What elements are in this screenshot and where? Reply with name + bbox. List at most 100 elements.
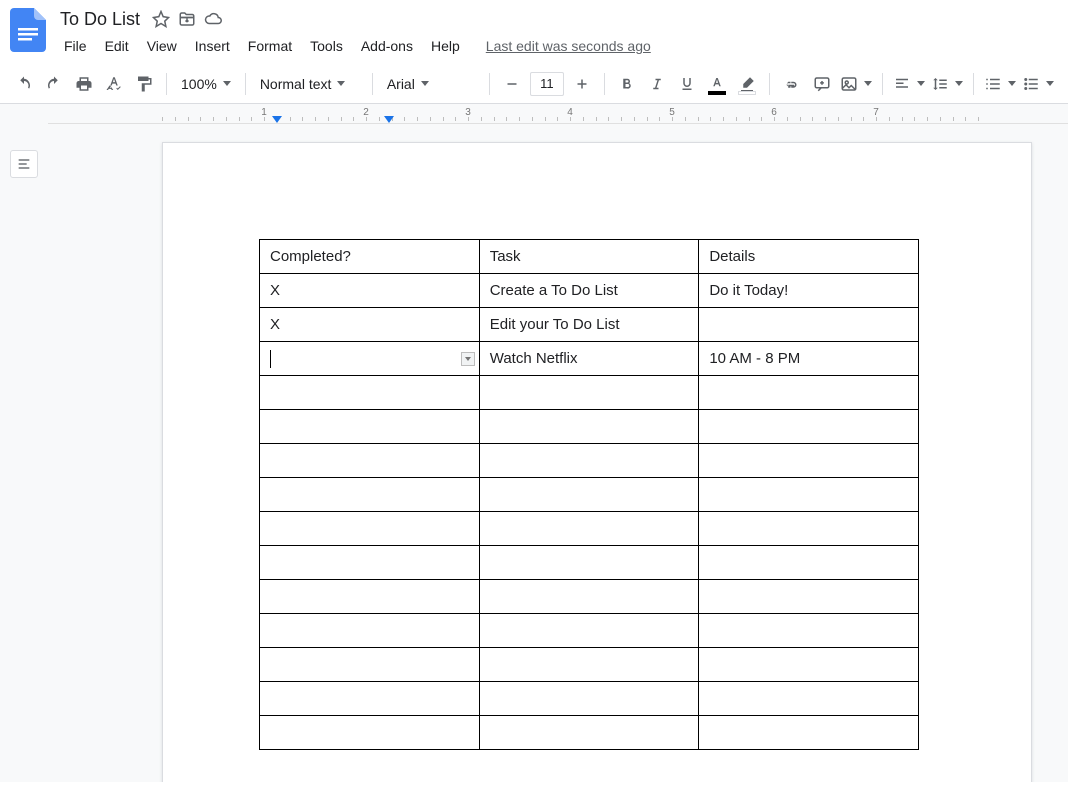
menu-addons[interactable]: Add-ons (353, 34, 421, 58)
table-row[interactable] (260, 410, 919, 444)
line-spacing-dropdown[interactable] (929, 70, 965, 98)
cell-details[interactable] (699, 614, 919, 648)
menu-format[interactable]: Format (240, 34, 300, 58)
table-row[interactable] (260, 648, 919, 682)
menu-file[interactable]: File (56, 34, 95, 58)
cell-details[interactable] (699, 546, 919, 580)
table-row[interactable] (260, 546, 919, 580)
cell-completed[interactable] (260, 478, 480, 512)
cell-completed[interactable] (260, 376, 480, 410)
font-size-increase-button[interactable] (568, 70, 596, 98)
font-family-dropdown[interactable]: Arial (381, 70, 481, 98)
star-icon[interactable] (152, 10, 170, 28)
cell-completed[interactable] (260, 580, 480, 614)
cell-details[interactable] (699, 444, 919, 478)
bulleted-list-dropdown[interactable] (1020, 70, 1056, 98)
document-title[interactable]: To Do List (56, 7, 144, 32)
page-scroll[interactable]: Completed? Task Details XCreate a To Do … (48, 124, 1068, 782)
print-button[interactable] (70, 70, 98, 98)
menu-view[interactable]: View (139, 34, 185, 58)
table-row[interactable] (260, 444, 919, 478)
cell-completed[interactable] (260, 410, 480, 444)
table-row[interactable] (260, 716, 919, 750)
numbered-list-dropdown[interactable] (982, 70, 1018, 98)
highlight-color-button[interactable] (733, 70, 761, 98)
cell-details[interactable] (699, 376, 919, 410)
align-dropdown[interactable] (891, 70, 927, 98)
menu-tools[interactable]: Tools (302, 34, 351, 58)
cell-completed[interactable] (260, 716, 480, 750)
indent-marker-right[interactable] (384, 116, 394, 123)
cell-task[interactable] (479, 512, 699, 546)
cell-task[interactable]: Watch Netflix (479, 342, 699, 376)
header-task[interactable]: Task (479, 240, 699, 274)
cell-completed[interactable]: X (260, 274, 480, 308)
text-color-button[interactable] (703, 70, 731, 98)
horizontal-ruler[interactable]: 1234567 (48, 104, 1068, 124)
header-details[interactable]: Details (699, 240, 919, 274)
cell-task[interactable] (479, 716, 699, 750)
table-row[interactable] (260, 614, 919, 648)
cell-task[interactable] (479, 648, 699, 682)
todo-table[interactable]: Completed? Task Details XCreate a To Do … (259, 239, 919, 750)
table-row[interactable]: XCreate a To Do ListDo it Today! (260, 274, 919, 308)
cell-details[interactable]: 10 AM - 8 PM (699, 342, 919, 376)
move-icon[interactable] (178, 10, 196, 28)
cell-details[interactable] (699, 716, 919, 750)
cell-completed[interactable] (260, 614, 480, 648)
undo-button[interactable] (10, 70, 38, 98)
cell-details[interactable] (699, 682, 919, 716)
italic-button[interactable] (643, 70, 671, 98)
insert-link-button[interactable] (778, 70, 806, 98)
cell-task[interactable]: Create a To Do List (479, 274, 699, 308)
underline-button[interactable] (673, 70, 701, 98)
document-page[interactable]: Completed? Task Details XCreate a To Do … (162, 142, 1032, 782)
cell-completed[interactable] (260, 682, 480, 716)
cell-details[interactable]: Do it Today! (699, 274, 919, 308)
cell-details[interactable] (699, 580, 919, 614)
cell-task[interactable] (479, 546, 699, 580)
cell-options-dropdown[interactable] (461, 352, 475, 366)
table-row[interactable]: Watch Netflix10 AM - 8 PM (260, 342, 919, 376)
last-edit-link[interactable]: Last edit was seconds ago (486, 38, 651, 54)
cell-completed[interactable] (260, 444, 480, 478)
cell-task[interactable] (479, 682, 699, 716)
cell-completed[interactable] (260, 648, 480, 682)
header-completed[interactable]: Completed? (260, 240, 480, 274)
spellcheck-button[interactable] (100, 70, 128, 98)
menu-edit[interactable]: Edit (97, 34, 137, 58)
cell-task[interactable] (479, 376, 699, 410)
paragraph-style-dropdown[interactable]: Normal text (254, 70, 364, 98)
table-row[interactable] (260, 478, 919, 512)
cell-task[interactable] (479, 410, 699, 444)
font-size-input[interactable]: 11 (530, 72, 564, 96)
cell-task[interactable] (479, 478, 699, 512)
cell-task[interactable] (479, 444, 699, 478)
cell-details[interactable] (699, 308, 919, 342)
table-row[interactable]: XEdit your To Do List (260, 308, 919, 342)
bold-button[interactable] (613, 70, 641, 98)
table-row[interactable] (260, 512, 919, 546)
menu-insert[interactable]: Insert (187, 34, 238, 58)
table-row[interactable] (260, 682, 919, 716)
cell-details[interactable] (699, 410, 919, 444)
cell-completed[interactable] (260, 512, 480, 546)
table-row[interactable] (260, 376, 919, 410)
cell-details[interactable] (699, 478, 919, 512)
cell-completed[interactable] (260, 546, 480, 580)
font-size-decrease-button[interactable] (498, 70, 526, 98)
docs-app-icon[interactable] (8, 6, 48, 54)
cell-task[interactable]: Edit your To Do List (479, 308, 699, 342)
cloud-status-icon[interactable] (204, 10, 222, 28)
add-comment-button[interactable] (808, 70, 836, 98)
outline-toggle-button[interactable] (10, 150, 38, 178)
cell-task[interactable] (479, 580, 699, 614)
insert-image-dropdown[interactable] (838, 70, 874, 98)
indent-marker-left[interactable] (272, 116, 282, 123)
cell-completed[interactable]: X (260, 308, 480, 342)
table-row[interactable] (260, 580, 919, 614)
paint-format-button[interactable] (130, 70, 158, 98)
cell-completed[interactable] (260, 342, 480, 376)
cell-details[interactable] (699, 512, 919, 546)
menu-help[interactable]: Help (423, 34, 468, 58)
